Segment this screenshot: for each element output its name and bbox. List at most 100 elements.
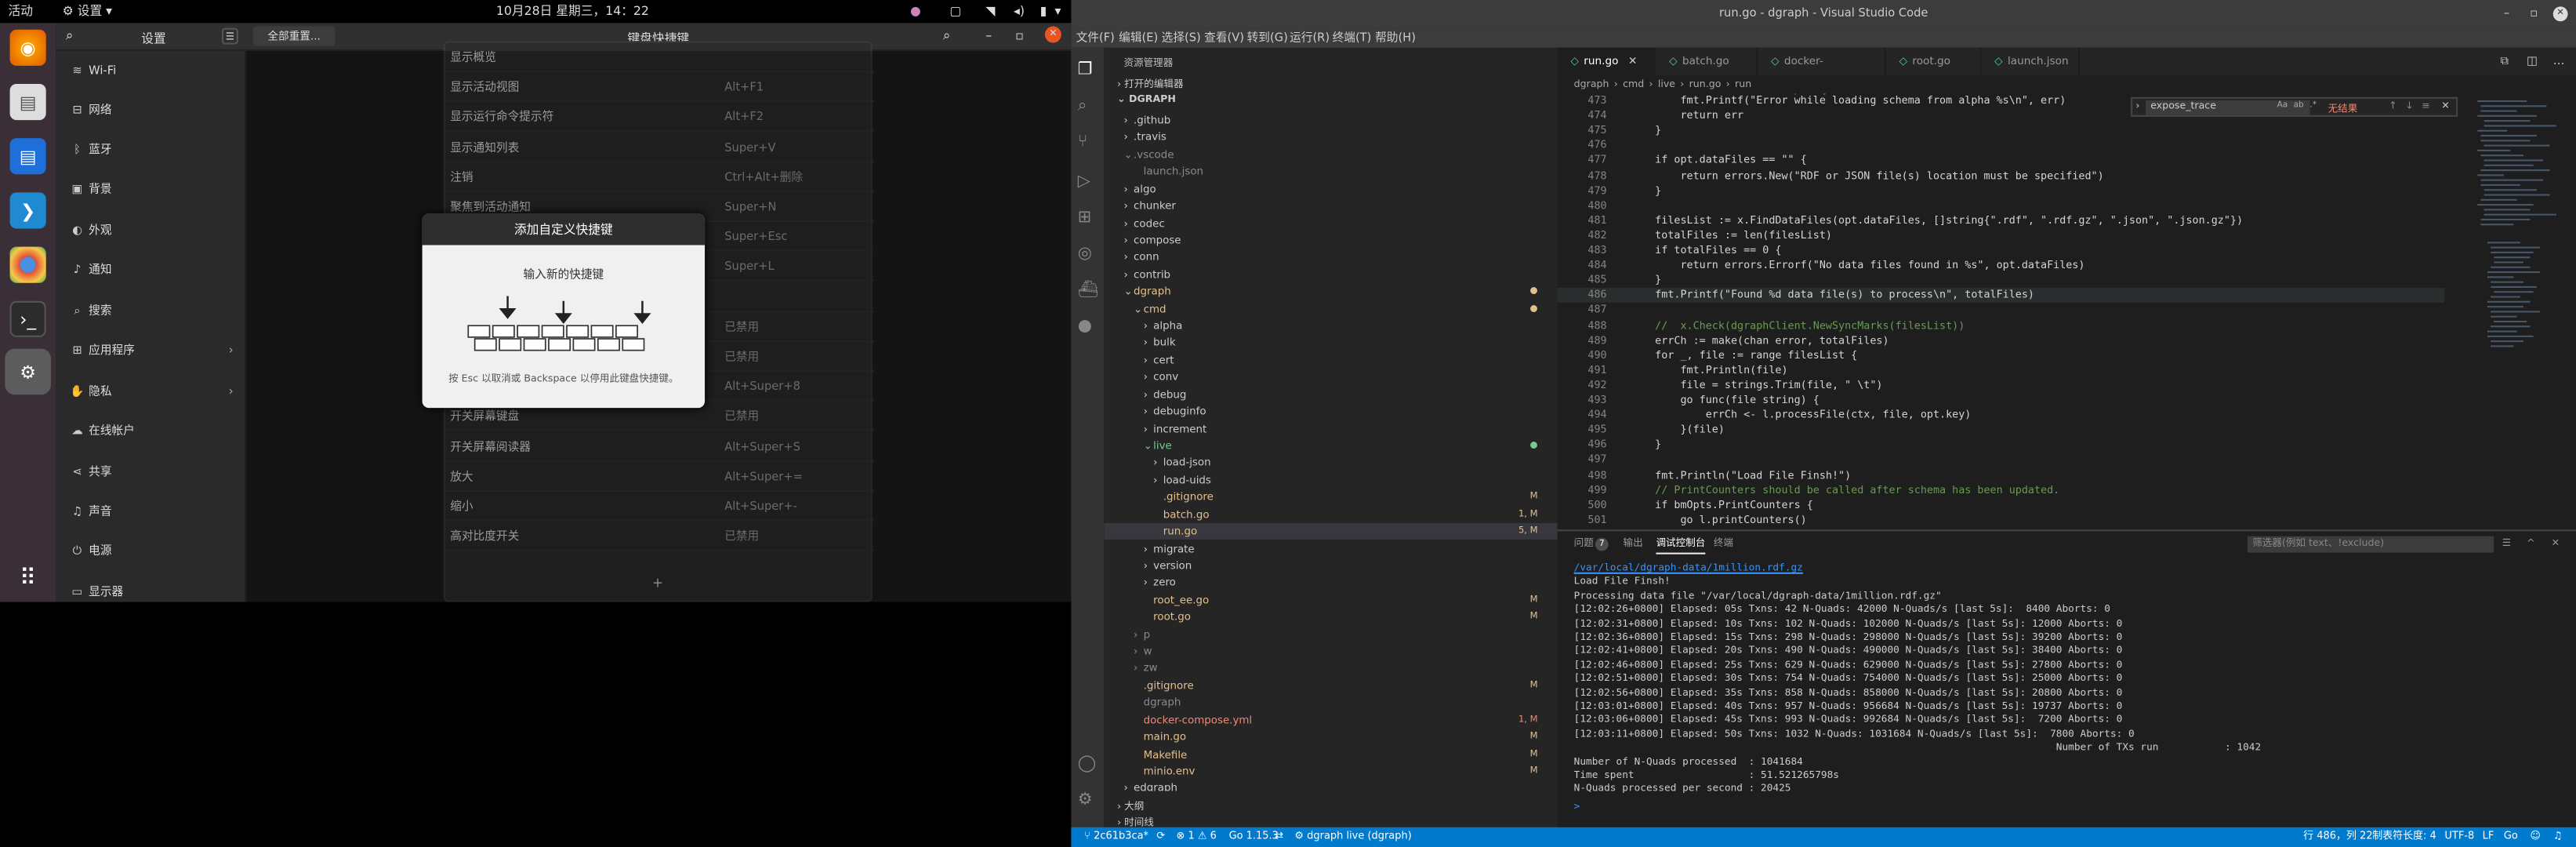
match-case-icon[interactable]: Aa <box>2277 100 2288 111</box>
minimize-icon[interactable]: – <box>985 28 992 43</box>
maximize-icon[interactable]: ▫ <box>2530 0 2538 28</box>
tree-item[interactable]: launch.json <box>1104 163 1557 180</box>
libreoffice-writer-icon[interactable]: ▤ <box>9 138 46 175</box>
tab-docker-compose-yml[interactable]: ◇docker-compose.yml <box>1758 47 1886 96</box>
encoding[interactable]: UTF-8 <box>2444 827 2474 847</box>
tree-item[interactable]: › zero <box>1104 575 1557 592</box>
battery-icon[interactable]: ▮ <box>1040 0 1047 23</box>
tray-app-icon[interactable]: ● <box>910 0 921 23</box>
project-root[interactable]: ⌄ DGRAPH <box>1117 94 1176 106</box>
problems-status[interactable]: ⊗ 1 ⚠ 6 <box>1177 827 1217 847</box>
tree-item[interactable]: ⌄ .vscode <box>1104 146 1557 163</box>
cursor-position[interactable]: 行 486，列 22 <box>2303 827 2372 847</box>
remote-icon[interactable]: ◎ <box>1078 245 1092 263</box>
tree-item[interactable]: › cert <box>1104 352 1557 369</box>
tree-item[interactable]: › w <box>1104 643 1557 660</box>
tree-item[interactable]: › conv <box>1104 369 1557 386</box>
explorer-icon[interactable]: ❐ <box>1078 61 1093 79</box>
menu-item[interactable]: 帮助(H) <box>1375 28 1416 48</box>
show-apps-icon[interactable]: ⠿ <box>10 561 46 597</box>
minimap[interactable] <box>2470 93 2576 530</box>
docker-icon[interactable]: ⛴ <box>1078 282 1099 300</box>
split-editor-icon[interactable]: ⧉ <box>2501 54 2509 69</box>
search-icon[interactable]: ⌕ <box>1078 97 1087 115</box>
manage-gear-icon[interactable]: ⚙ <box>1078 791 1093 809</box>
tab-problems[interactable]: 问题 <box>1574 531 1594 558</box>
console-prompt[interactable]: > <box>1574 801 1580 814</box>
tree-item[interactable]: › chunker <box>1104 198 1557 215</box>
open-editors-section[interactable]: › 打开的编辑器 <box>1117 75 1184 91</box>
tab-launch-json[interactable]: ◇ launch.json <box>1981 47 2081 76</box>
layout-icon[interactable]: ◫ <box>2527 54 2538 67</box>
tree-item[interactable]: › load-json <box>1104 455 1557 472</box>
tab-output[interactable]: 输出 <box>1624 531 1643 558</box>
system-menu-icon[interactable]: ▾ <box>1054 0 1061 23</box>
vscode-icon[interactable]: ❯ <box>9 192 46 229</box>
whole-word-icon[interactable]: ab <box>2294 100 2304 111</box>
close-icon[interactable]: ✕ <box>1044 26 1061 43</box>
tree-item[interactable]: › alpha <box>1104 318 1557 335</box>
sidebar-item[interactable]: ♪ 通知 <box>56 250 246 289</box>
tree-item[interactable]: .gitignore M <box>1104 489 1557 506</box>
tree-item[interactable]: › bulk <box>1104 335 1557 352</box>
clock[interactable]: 10月28日 星期三，14：22 <box>496 0 649 23</box>
menu-item[interactable]: 文件(F) <box>1076 28 1115 48</box>
menu-item[interactable]: 转到(G) <box>1247 28 1288 48</box>
branch-status[interactable]: ⑂ 2c61b3ca* <box>1084 827 1148 847</box>
menu-item[interactable]: 选择(S) <box>1162 28 1201 48</box>
tree-item[interactable]: › load-uids <box>1104 471 1557 489</box>
chrome-icon[interactable] <box>9 246 46 283</box>
extensions-icon[interactable]: ⊞ <box>1078 209 1092 227</box>
go-version[interactable]: Go 1.15.3 <box>1229 827 1279 847</box>
network-status-icon[interactable]: ◥ <box>985 0 995 23</box>
account-icon[interactable]: ◯ <box>1078 755 1096 773</box>
tree-item[interactable]: › edgraph <box>1104 780 1557 791</box>
source-control-icon[interactable]: ⑂ <box>1078 133 1088 151</box>
app-menu[interactable]: ⚙ 设置 ▾ <box>63 0 112 23</box>
sidebar-item[interactable]: ♫ 声音 <box>56 492 246 531</box>
tab-run-go[interactable]: ◇ run.go ✕ <box>1557 47 1656 76</box>
activities-button[interactable]: 活动 <box>8 0 32 23</box>
filter-input[interactable]: 筛选器(例如 text、!exclude) <box>2247 536 2494 553</box>
tab-terminal[interactable]: 终端 <box>1714 531 1733 558</box>
breadcrumb-item[interactable]: run.go <box>1689 79 1722 91</box>
sync-icon[interactable]: ⟳ <box>1156 827 1165 847</box>
live-share-icon[interactable]: ⇄ <box>1275 827 1283 847</box>
tree-item[interactable]: minio.env M <box>1104 763 1557 780</box>
notifications-icon[interactable]: ♫ <box>2553 827 2563 847</box>
tree-item[interactable]: ⌄ dgraph ● <box>1104 283 1557 300</box>
close-icon[interactable]: ✕ <box>2552 531 2560 558</box>
language-mode[interactable]: Go <box>2504 827 2518 847</box>
tree-item[interactable]: › algo <box>1104 180 1557 198</box>
minimize-icon[interactable]: – <box>2504 0 2509 28</box>
tree-item[interactable]: › codec <box>1104 215 1557 232</box>
menu-icon[interactable]: ☰ <box>221 27 238 45</box>
tree-item[interactable]: › .github <box>1104 112 1557 129</box>
outline-section[interactable]: › 大纲 <box>1117 798 1144 812</box>
eol[interactable]: LF <box>2483 827 2494 847</box>
tab-batch-go[interactable]: ◇ batch.go <box>1656 47 1758 76</box>
sidebar-item[interactable]: ≋ Wi-Fi <box>56 51 246 90</box>
code-editor[interactable]: 473 fmt.Printf("Error while loading sche… <box>1557 94 2445 530</box>
sidebar-item[interactable]: ◐ 外观 <box>56 210 246 249</box>
feedback-icon[interactable]: ☺ <box>2530 827 2541 847</box>
tree-item[interactable]: › debug <box>1104 386 1557 403</box>
tree-item[interactable]: › .travis <box>1104 129 1557 146</box>
clear-console-icon[interactable]: ☰ <box>2502 531 2511 558</box>
settings-icon[interactable]: ⚙ <box>5 348 51 395</box>
firefox-icon[interactable]: ◉ <box>9 29 46 66</box>
breadcrumb-item[interactable]: live <box>1658 79 1675 91</box>
search-icon[interactable]: ⌕ <box>943 28 950 45</box>
run-debug-icon[interactable]: ▷ <box>1078 173 1090 191</box>
menu-item[interactable]: 终端(T) <box>1333 28 1372 48</box>
tab-debug-console[interactable]: 调试控制台 <box>1656 531 1706 554</box>
next-match-icon[interactable]: ↓ <box>2405 100 2414 112</box>
close-icon[interactable]: ✕ <box>2552 6 2568 22</box>
sidebar-item[interactable]: ▣ 背景 <box>56 169 246 209</box>
tree-item[interactable]: › compose <box>1104 232 1557 249</box>
tree-item[interactable]: › zw <box>1104 660 1557 678</box>
tree-item[interactable]: › debuginfo <box>1104 403 1557 420</box>
search-icon[interactable]: ⌕ <box>66 28 73 45</box>
debug-console-output[interactable]: /var/local/dgraph-data/1million.rdf.gz Lo… <box>1574 562 2560 826</box>
tab-root-go[interactable]: ◇ root.go <box>1886 47 1982 76</box>
